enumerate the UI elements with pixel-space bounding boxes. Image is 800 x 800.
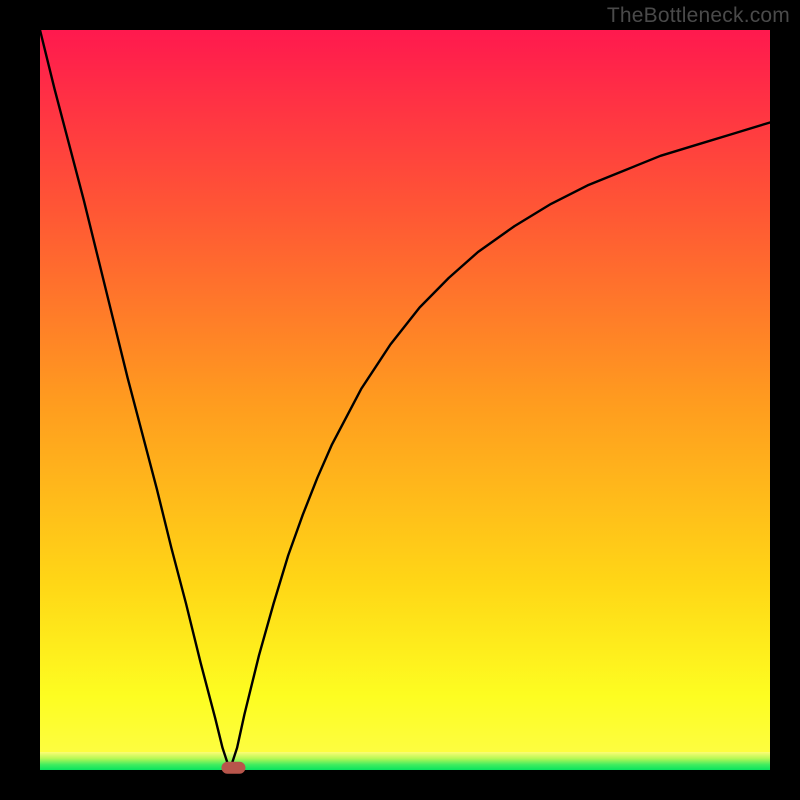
chart-container: TheBottleneck.com [0, 0, 800, 800]
green-strip [40, 752, 770, 770]
minimum-marker [221, 762, 245, 774]
watermark-text: TheBottleneck.com [607, 4, 790, 28]
bottleneck-chart [0, 0, 800, 800]
plot-background [40, 30, 770, 770]
